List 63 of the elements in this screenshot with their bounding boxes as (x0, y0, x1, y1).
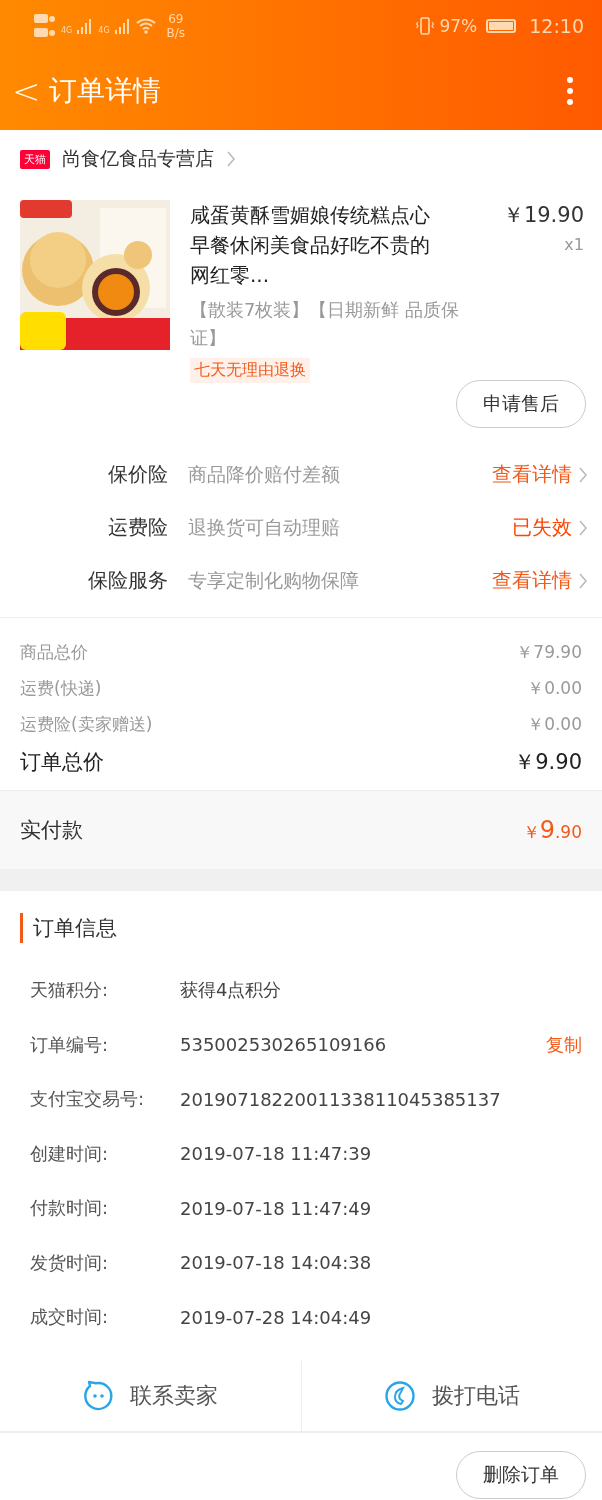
battery-icon (486, 19, 517, 33)
info-label: 订单编号: (30, 1032, 110, 1057)
chat-face-icon (82, 1379, 115, 1412)
clock: 12:10 (529, 15, 584, 37)
speed-unit: B/s (166, 26, 186, 40)
insurance-description: 商品降价赔付差额 (188, 461, 341, 487)
info-value: 2019-07-18 14:04:38 (180, 1252, 373, 1274)
battery-percent: 97% (439, 16, 478, 36)
product-variant: 【散装7枚装】【日期新鲜 品质保证】 (190, 298, 461, 350)
info-label: 支付宝交易号: (30, 1087, 146, 1112)
return-tag: 七天无理由退换 (190, 358, 310, 383)
quantity: x1 (564, 234, 584, 256)
chevron-icon (578, 519, 588, 536)
product-price: ￥19.90 (502, 202, 584, 229)
insurance-label: 保价险 (107, 461, 168, 488)
after-sales-button[interactable]: 申请售后 (456, 380, 586, 428)
contact-button[interactable]: 拨打电话 (377, 1378, 526, 1413)
signal-icon (114, 18, 131, 34)
paid-amount: ￥9.90 (522, 816, 582, 844)
insurance-label: 运费险 (107, 514, 168, 541)
signal-icon (77, 18, 94, 34)
shop-name: 尚食亿食品专营店 (62, 146, 214, 171)
insurance-description: 专享定制化购物保障 (188, 567, 360, 593)
vibrate-icon (416, 17, 435, 35)
info-value: 2019-07-18 11:47:49 (180, 1197, 373, 1219)
network-type: 4G (61, 26, 73, 35)
price-label: 运费(快递) (20, 676, 102, 700)
info-label: 创建时间: (30, 1141, 110, 1166)
info-label: 天猫积分: (30, 978, 110, 1003)
info-value: 2019-07-28 14:04:49 (180, 1306, 373, 1328)
price-value: ￥79.90 (516, 640, 582, 664)
info-label: 发货时间: (30, 1250, 110, 1275)
price-label: 运费险(卖家赠送) (20, 712, 153, 736)
store-badge: 天猫 (20, 149, 50, 169)
info-value: 535002530265109166 (180, 1034, 388, 1056)
price-value: ￥0.00 (527, 712, 582, 736)
info-value: 获得4点积分 (180, 978, 283, 1003)
price-value: ￥0.00 (527, 676, 582, 700)
info-value: 2019-07-18 11:47:39 (180, 1143, 373, 1165)
more-icon[interactable] (566, 76, 574, 106)
insurance-label: 保险服务 (87, 567, 168, 594)
section-title: 订单信息 (20, 913, 582, 943)
sim-icon (34, 13, 56, 39)
info-label: 成交时间: (30, 1305, 110, 1330)
insurance-description: 退换货可自动理赔 (188, 514, 341, 540)
price-value: ￥9.90 (514, 749, 582, 776)
paid-label: 实付款 (20, 817, 83, 844)
chevron-icon (226, 151, 236, 167)
network-speed: 69 (168, 12, 184, 26)
page-title: 订单详情 (48, 73, 162, 109)
network-type: 4G (98, 26, 110, 35)
product-title[interactable]: 咸蛋黄酥雪媚娘传统糕点心早餐休闲美食品好吃不贵的网红零... (190, 200, 440, 290)
contact-button[interactable]: 联系卖家 (76, 1378, 225, 1413)
phone-icon (383, 1379, 416, 1412)
chevron-icon (578, 466, 588, 483)
info-label: 付款时间: (30, 1196, 110, 1221)
wifi-icon (135, 18, 156, 34)
delete-order-button[interactable]: 删除订单 (456, 1450, 586, 1499)
shop-row[interactable]: 天猫 尚食亿食品专营店 (0, 130, 602, 188)
price-label: 订单总价 (20, 749, 104, 776)
info-value: 2019071822001133811045385137 (180, 1088, 502, 1110)
price-label: 商品总价 (20, 640, 88, 664)
chevron-icon (578, 572, 588, 589)
